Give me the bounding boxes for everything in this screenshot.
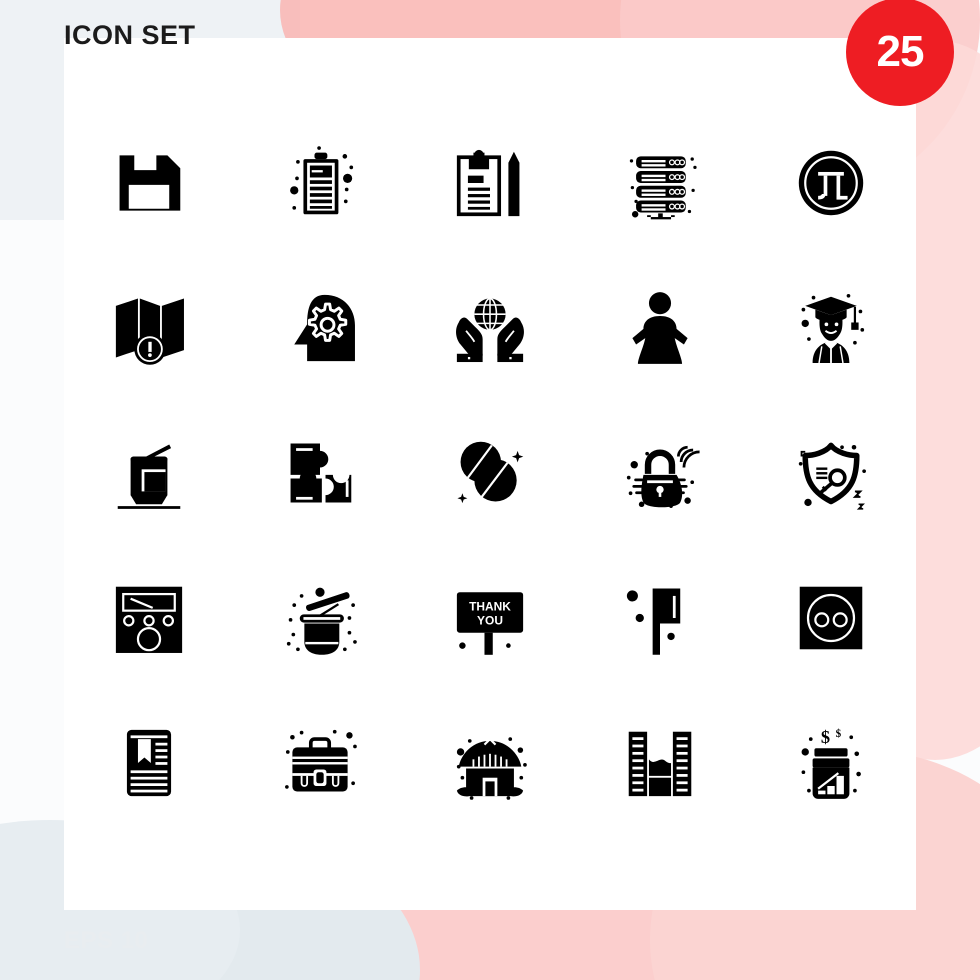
icon-cell-map-alert[interactable] [64, 255, 234, 400]
svg-text:$: $ [835, 728, 841, 740]
thank-you-sign-icon: THANK YOU [456, 591, 524, 655]
icon-cell-drink-can-straw[interactable] [64, 400, 234, 545]
eps-version-note: EPS 10 [64, 927, 149, 954]
dam-icon [629, 731, 692, 796]
icon-cell-puzzle-pieces[interactable] [234, 400, 404, 545]
pills-tablets-icon [457, 441, 524, 503]
icon-cell-voltmeter[interactable] [64, 545, 234, 690]
icon-cell-hands-globe[interactable] [405, 255, 575, 400]
svg-text:$: $ [821, 726, 830, 746]
hands-globe-icon [456, 297, 524, 362]
wireless-lock-icon [627, 445, 701, 508]
graduate-student-icon [801, 293, 864, 363]
icon-cell-cooking-pot[interactable] [234, 545, 404, 690]
bookmark-page-icon [127, 729, 172, 796]
icon-cell-dam[interactable] [575, 690, 745, 835]
clipboard-pencil-icon [456, 149, 520, 216]
icon-count-value: 25 [876, 27, 925, 76]
icon-cell-pills-tablets[interactable] [405, 400, 575, 545]
icon-grid: THANK YOU $ $ [64, 110, 916, 835]
icon-cell-head-gear[interactable] [234, 255, 404, 400]
icon-cell-wireless-lock[interactable] [575, 400, 745, 545]
drink-can-straw-icon [117, 443, 181, 509]
icon-cell-graduate-student[interactable] [746, 255, 916, 400]
battery-icon [289, 145, 353, 214]
icon-cell-briefcase[interactable] [234, 690, 404, 835]
page-title: ICON SET [64, 20, 196, 50]
money-jar-chart-icon: $ $ [801, 726, 861, 799]
head-gear-icon [293, 294, 355, 361]
icon-cell-thank-you-sign[interactable]: THANK YOU [405, 545, 575, 690]
woman-icon [632, 291, 688, 364]
voltmeter-icon [116, 586, 183, 653]
icon-cell-money-jar-chart[interactable]: $ $ [746, 690, 916, 835]
briefcase-icon [284, 729, 357, 792]
icon-cell-bookmark-page[interactable] [64, 690, 234, 835]
sign-line-1: THANK [469, 599, 511, 613]
icon-cell-cleaver-knife[interactable] [575, 545, 745, 690]
server-rack-icon [630, 155, 698, 219]
icon-cell-yuan-coin[interactable] [746, 110, 916, 255]
icon-cell-shield-key[interactable] [746, 400, 916, 545]
icon-cell-power-socket[interactable] [746, 545, 916, 690]
shield-key-icon [798, 442, 866, 510]
power-socket-icon [799, 586, 863, 649]
icon-cell-woman[interactable] [575, 255, 745, 400]
icon-count-badge: 25 [846, 0, 954, 106]
cooking-pot-icon [286, 587, 357, 655]
icon-cell-battery[interactable] [234, 110, 404, 255]
icon-cell-straw-hut[interactable] [405, 690, 575, 835]
icon-cell-floppy-disk-save[interactable] [64, 110, 234, 255]
sign-line-2: YOU [477, 613, 503, 627]
floppy-disk-save-icon [119, 154, 181, 211]
poster-stage: ICON SET 25 THANK YOU $ $ EPS 10 [0, 0, 980, 980]
yuan-coin-icon [798, 150, 863, 215]
icon-cell-server-rack[interactable] [575, 110, 745, 255]
cleaver-knife-icon [627, 588, 681, 655]
map-alert-icon [116, 298, 185, 365]
icon-cell-clipboard-pencil[interactable] [405, 110, 575, 255]
puzzle-pieces-icon [290, 443, 351, 502]
straw-hut-icon [456, 736, 527, 800]
